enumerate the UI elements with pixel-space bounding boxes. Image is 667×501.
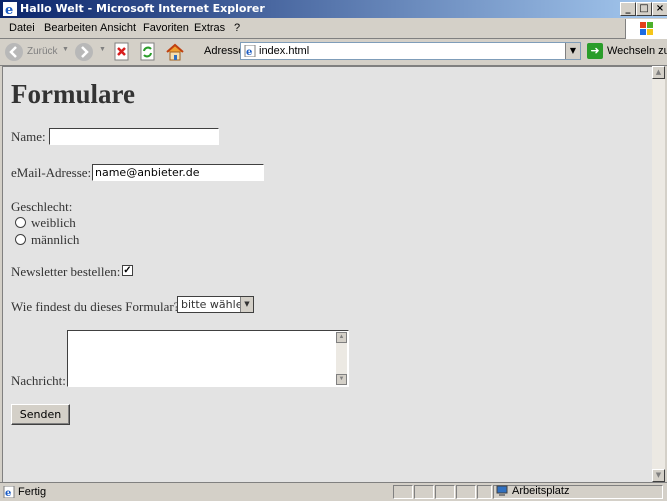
- scroll-down-icon[interactable]: ▼: [652, 469, 665, 482]
- status-pane: [393, 485, 413, 499]
- name-label: Name:: [11, 129, 46, 144]
- status-pane: [414, 485, 434, 499]
- scroll-down-icon[interactable]: ▼: [336, 374, 347, 385]
- scroll-up-icon[interactable]: ▲: [652, 66, 665, 79]
- address-bar[interactable]: e index.html ▼: [240, 42, 581, 60]
- status-pane: [477, 485, 492, 499]
- status-text: Fertig: [18, 486, 47, 498]
- stop-button[interactable]: [113, 42, 133, 62]
- back-arrow-icon: [5, 43, 23, 61]
- zone-text: Arbeitsplatz: [512, 485, 570, 497]
- go-arrow-icon: ➜: [587, 43, 603, 59]
- radio-weiblich[interactable]: [15, 217, 26, 228]
- chevron-down-icon[interactable]: ▼: [240, 297, 253, 312]
- menu-favoriten[interactable]: Favoriten: [143, 22, 189, 34]
- computer-icon: [496, 485, 508, 496]
- address-input[interactable]: index.html: [259, 45, 309, 57]
- page-scrollbar[interactable]: ▲ ▼: [652, 66, 665, 482]
- message-label: Nachricht:: [11, 373, 66, 388]
- page-icon: e: [244, 45, 256, 57]
- svg-text:e: e: [5, 3, 13, 16]
- go-label: Wechseln zu: [607, 45, 667, 57]
- scroll-up-icon[interactable]: ▲: [336, 332, 347, 343]
- menu-bar: Datei Bearbeiten Ansicht Favoriten Extra…: [0, 19, 667, 39]
- refresh-button[interactable]: [139, 42, 159, 62]
- title-bar: e Hallo Welt - Microsoft Internet Explor…: [0, 0, 667, 18]
- svg-text:e: e: [246, 47, 252, 57]
- submit-button[interactable]: Senden: [11, 404, 70, 425]
- name-field[interactable]: [49, 128, 219, 145]
- page-title: Formulare: [11, 79, 135, 109]
- home-icon: [166, 43, 184, 61]
- address-label: Adresse: [204, 45, 245, 57]
- radio-weiblich-label: weiblich: [31, 215, 76, 230]
- maximize-button[interactable]: □: [636, 2, 652, 16]
- close-button[interactable]: ×: [652, 2, 667, 16]
- rating-label: Wie findest du dieses Formular?: [11, 299, 180, 314]
- home-button[interactable]: [165, 42, 187, 62]
- back-button[interactable]: Zurück ▼: [4, 42, 70, 62]
- newsletter-label: Newsletter bestellen:: [11, 264, 121, 279]
- gender-label: Geschlecht:: [11, 199, 73, 214]
- refresh-icon: [140, 42, 155, 61]
- forward-arrow-icon: [75, 43, 93, 61]
- windows-logo: [625, 19, 667, 39]
- stop-icon: [114, 42, 129, 61]
- page-done-icon: e: [3, 486, 15, 498]
- menu-extras[interactable]: Extras: [194, 22, 225, 34]
- address-dropdown-icon[interactable]: ▼: [565, 43, 580, 59]
- menu-ansicht[interactable]: Ansicht: [100, 22, 136, 34]
- go-button[interactable]: ➜ Wechseln zu: [587, 43, 667, 61]
- ie-icon: e: [3, 2, 17, 16]
- svg-text:e: e: [5, 488, 11, 498]
- email-label: eMail-Adresse:: [11, 165, 92, 180]
- minimize-button[interactable]: _: [620, 2, 636, 16]
- window-title: Hallo Welt - Microsoft Internet Explorer: [20, 2, 265, 15]
- back-label: Zurück: [27, 46, 58, 57]
- windows-flag-icon: [640, 22, 653, 35]
- menu-datei[interactable]: Datei: [9, 22, 35, 34]
- newsletter-checkbox[interactable]: ✓: [122, 265, 133, 276]
- menu-bearbeiten[interactable]: Bearbeiten: [44, 22, 97, 34]
- status-pane: [435, 485, 455, 499]
- page-content: Formulare Name: eMail-Adresse: Geschlech…: [2, 66, 652, 483]
- menu-help[interactable]: ?: [234, 22, 240, 34]
- radio-maennlich-label: männlich: [31, 232, 80, 247]
- rating-select[interactable]: bitte wählen ▼: [177, 296, 254, 313]
- forward-dropdown-icon: ▼: [99, 46, 106, 53]
- status-pane: [456, 485, 476, 499]
- forward-button[interactable]: ▼: [74, 42, 106, 62]
- message-textarea[interactable]: ▲ ▼: [67, 330, 349, 387]
- email-field[interactable]: [92, 164, 264, 181]
- back-dropdown-icon: ▼: [62, 46, 69, 53]
- textarea-scrollbar[interactable]: ▲ ▼: [336, 332, 347, 385]
- radio-maennlich[interactable]: [15, 234, 26, 245]
